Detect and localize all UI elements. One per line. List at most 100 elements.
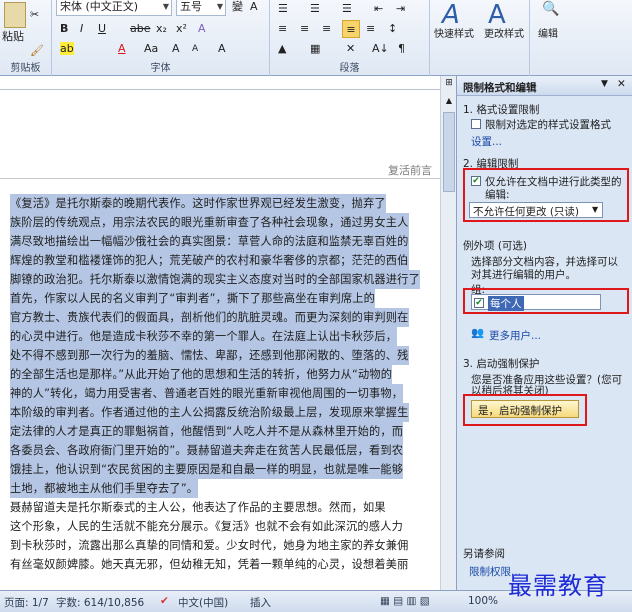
line-spacing-icon[interactable]: ↕: [388, 20, 397, 38]
clear-format-button[interactable]: A: [218, 40, 226, 58]
italic-button[interactable]: I: [80, 20, 83, 38]
horizontal-ruler[interactable]: [0, 76, 456, 90]
superscript-button[interactable]: x²: [176, 20, 187, 38]
shrink-font-button[interactable]: A: [192, 40, 198, 58]
text-effect-icon[interactable]: A: [198, 20, 206, 38]
paste-button[interactable]: 粘贴: [2, 28, 24, 46]
zoom-level[interactable]: 100%: [468, 595, 498, 607]
align-left-icon[interactable]: ≡: [278, 20, 287, 38]
document-line[interactable]: 神的人”转化，竭力用受害者、普通老百姓的眼光重新审视他周围的一切事物，: [10, 384, 404, 403]
close-icon[interactable]: ✕: [617, 78, 626, 90]
document-page[interactable]: 复活前言 《复活》是托尔斯泰的晚期代表作。这时作家世界观已经发生激变，抛弃了 族阶…: [0, 90, 456, 590]
document-line[interactable]: 辉煌的教堂和槛褛馑饰的犯人；荒芜破产的农村和豪华奢侈的京都；茫茫的西伯: [10, 251, 409, 270]
editing-restriction-label-2: 编辑:: [485, 189, 510, 201]
insert-mode[interactable]: 插入: [250, 595, 271, 610]
document-line[interactable]: 各委员会、各政府衙门里开始的”。聂赫留道夫奔走在贫苦人民最低层，看到农: [10, 441, 404, 460]
pane-menu-icon[interactable]: ▼: [601, 79, 608, 89]
document-line[interactable]: 处不得不感到那一次行为的羞脑、懦怯、卑鄙，还感到他那闲散的、堕落的、残: [10, 346, 409, 365]
everyone-checkbox[interactable]: ✔: [474, 298, 484, 308]
document-line[interactable]: 《复活》是托尔斯泰的晚期代表作。这时作家世界观已经发生激变，抛弃了: [10, 194, 386, 213]
header-divider: [0, 178, 440, 179]
chevron-down-icon[interactable]: ▼: [163, 0, 169, 15]
distributed-icon[interactable]: ≡: [366, 20, 375, 38]
format-restriction-title: 1. 格式设置限制: [463, 104, 540, 116]
settings-link[interactable]: 设置...: [471, 134, 502, 149]
clipboard-group-label: 剪贴板: [10, 63, 41, 74]
more-users-link[interactable]: 更多用户...: [489, 328, 541, 343]
view-buttons[interactable]: ▦ ▤ ▥ ▧: [380, 595, 430, 607]
change-styles-button[interactable]: 更改样式: [484, 26, 524, 44]
editing-restriction-checkbox[interactable]: ✔: [471, 176, 481, 186]
justify-icon[interactable]: ≡: [342, 20, 360, 38]
document-line[interactable]: 官方教士、贵族代表们的假面具，剖析他们的肮脏灵魂。而更为深刻的审判则在: [10, 308, 409, 327]
change-case-button[interactable]: Aa: [144, 40, 158, 58]
chevron-down-icon[interactable]: ▼: [217, 0, 223, 15]
document-line[interactable]: 饿挂上，他认识到“农民贫困的主要原因是和自最一样的明显，也就是唯一能够: [10, 460, 404, 479]
document-line[interactable]: 满尽致地描绘出一幅幅沙俄社会的真实图景：草菅人命的法庭和监禁无辜百姓的: [10, 232, 409, 251]
everyone-label: 每个人: [488, 296, 524, 311]
shading-icon[interactable]: ▲: [278, 40, 286, 58]
pane-header: 限制格式和编辑 ▼ ✕: [457, 76, 632, 96]
chinese-layout-icon[interactable]: ✕: [346, 40, 355, 58]
bold-button[interactable]: B: [60, 20, 68, 38]
font-size-value: 五号: [180, 0, 202, 13]
document-line[interactable]: 本阶级的审判者。作者通过他的主人公揭露反统治阶级最上层，发现原来掌握生: [10, 403, 409, 422]
users-icon: 👥: [471, 327, 485, 339]
format-restriction-checkbox[interactable]: [471, 119, 481, 129]
language-status[interactable]: 中文(中国): [178, 595, 228, 610]
document-line[interactable]: 的全部生活也是那样。”从此开始了他的思想和生活的转折，他努力从“动物的: [10, 365, 393, 384]
start-enforcing-button[interactable]: 是，启动强制保护: [471, 400, 579, 418]
find-icon[interactable]: 🔍: [542, 0, 559, 18]
show-marks-icon[interactable]: ¶: [398, 40, 405, 58]
document-line[interactable]: 脚镣的政治犯。托尔斯泰以激情饱满的现实主义态度对当时的全部国家机器进行了: [10, 270, 420, 289]
cut-icon[interactable]: ✂: [30, 6, 39, 24]
font-name-value: 宋体 (中文正文): [60, 0, 139, 13]
borders-icon[interactable]: ▦: [310, 40, 320, 58]
document-line[interactable]: 这个形象，人民的生活就不能充分展示。《复活》也就不会有如此深沉的感人力: [10, 517, 403, 536]
subscript-button[interactable]: x₂: [156, 20, 167, 38]
highlight-icon[interactable]: ab: [60, 40, 74, 58]
document-line[interactable]: 族阶层的传统观点，用宗法农民的眼光重新审查了各种社会现象，通过男女主人: [10, 213, 409, 232]
document-line[interactable]: 定法律的人才是真正的罪魁祸首，他醒悟到“人吃人并不是从森林里开始的，而: [10, 422, 404, 441]
align-right-icon[interactable]: ≡: [322, 20, 331, 38]
paste-icon[interactable]: [4, 2, 26, 28]
increase-indent-icon[interactable]: ⇥: [396, 0, 405, 18]
everyone-row[interactable]: ✔ 每个人: [471, 294, 601, 311]
document-line[interactable]: 聂赫留道夫是托尔斯泰式的主人公，他表达了作品的主要思想。然而，如果: [10, 498, 386, 517]
numbering-icon[interactable]: ☰: [310, 0, 320, 18]
editing-button[interactable]: 编辑: [538, 26, 558, 44]
font-color-button[interactable]: A: [118, 40, 126, 58]
underline-button[interactable]: U: [98, 20, 106, 38]
chevron-down-icon[interactable]: ▼: [592, 205, 598, 214]
bullets-icon[interactable]: ☰: [278, 0, 288, 18]
document-line[interactable]: 的心灵中进行。他是造成卡秋莎不幸的第一个罪人。在法庭上认出卡秋莎后，: [10, 327, 398, 346]
proofing-icon[interactable]: ✔: [160, 595, 169, 607]
scroll-up-icon[interactable]: ▲: [443, 96, 455, 108]
vertical-scrollbar[interactable]: ⊞ ▲: [440, 76, 456, 590]
font-size-combo[interactable]: 五号 ▼: [176, 0, 226, 16]
quick-styles-button[interactable]: 快速样式: [434, 26, 474, 44]
document-line[interactable]: 到卡秋莎时，流露出那么真挚的同情和爱。少女时代，她身为地主家的养女兼佣: [10, 536, 409, 555]
document-line[interactable]: 有丝毫奴颜婢膝。她天真无邪，但幼稚无知，凭着一颗单纯的心灵，设想着美丽: [10, 555, 409, 574]
grow-font-button[interactable]: A: [172, 40, 180, 58]
align-center-icon[interactable]: ≡: [300, 20, 309, 38]
editing-type-select[interactable]: 不允许任何更改 (只读) ▼: [469, 202, 603, 218]
phonetic-icon[interactable]: 變: [232, 0, 243, 16]
font-name-combo[interactable]: 宋体 (中文正文) ▼: [56, 0, 172, 16]
ruler-toggle-icon[interactable]: ⊞: [443, 78, 455, 90]
scroll-thumb[interactable]: [443, 112, 455, 192]
char-border-icon[interactable]: A: [250, 0, 258, 16]
document-line[interactable]: 土地，都被地主从他们手里夺去了”。: [10, 479, 199, 498]
multilevel-icon[interactable]: ☰: [342, 0, 352, 18]
word-count[interactable]: 字数: 614/10,856: [56, 595, 144, 610]
decrease-indent-icon[interactable]: ⇤: [374, 0, 383, 18]
format-painter-icon[interactable]: 🖌: [30, 42, 44, 60]
paragraph-group: ☰ ☰ ☰ ⇤ ⇥ ≡ ≡ ≡ ≡ ≡ ↕ ▲ ▦ ✕ A↓ ¶ 段落: [270, 0, 430, 76]
document-line[interactable]: 首先，作家以人民的名义审判了“审判者”，撕下了那些高坐在审判席上的: [10, 289, 376, 308]
page-count[interactable]: 页面: 1/7: [4, 595, 49, 610]
strikethrough-button[interactable]: abe: [130, 20, 151, 38]
enforce-title: 3. 启动强制保护: [463, 358, 540, 370]
editing-type-value: 不允许任何更改 (只读): [473, 206, 580, 218]
sort-icon[interactable]: A↓: [372, 40, 389, 58]
clipboard-group: 粘贴 ✂ 🖌 剪贴板: [0, 0, 52, 76]
